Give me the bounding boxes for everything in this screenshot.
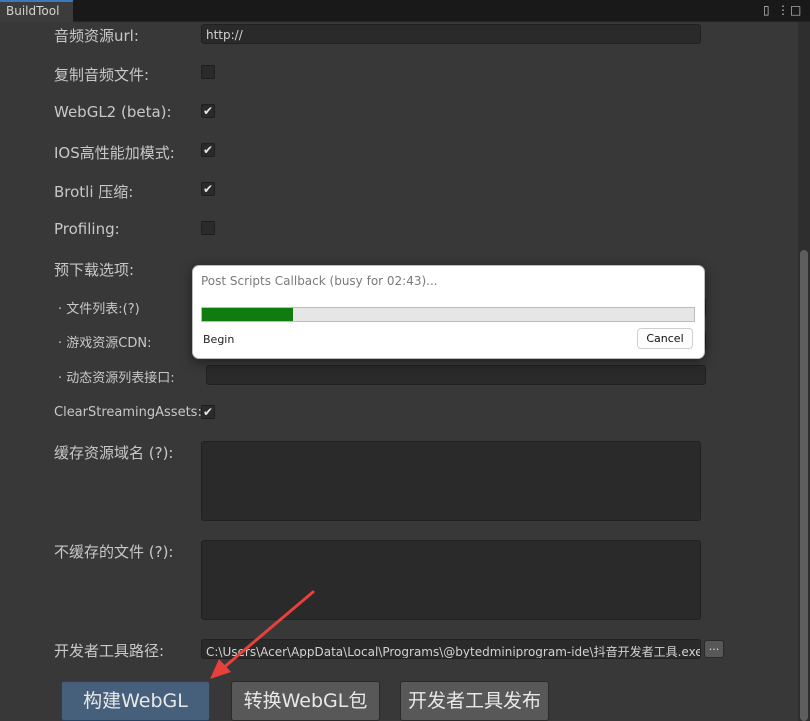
annotation-arrow-icon (210, 590, 315, 679)
